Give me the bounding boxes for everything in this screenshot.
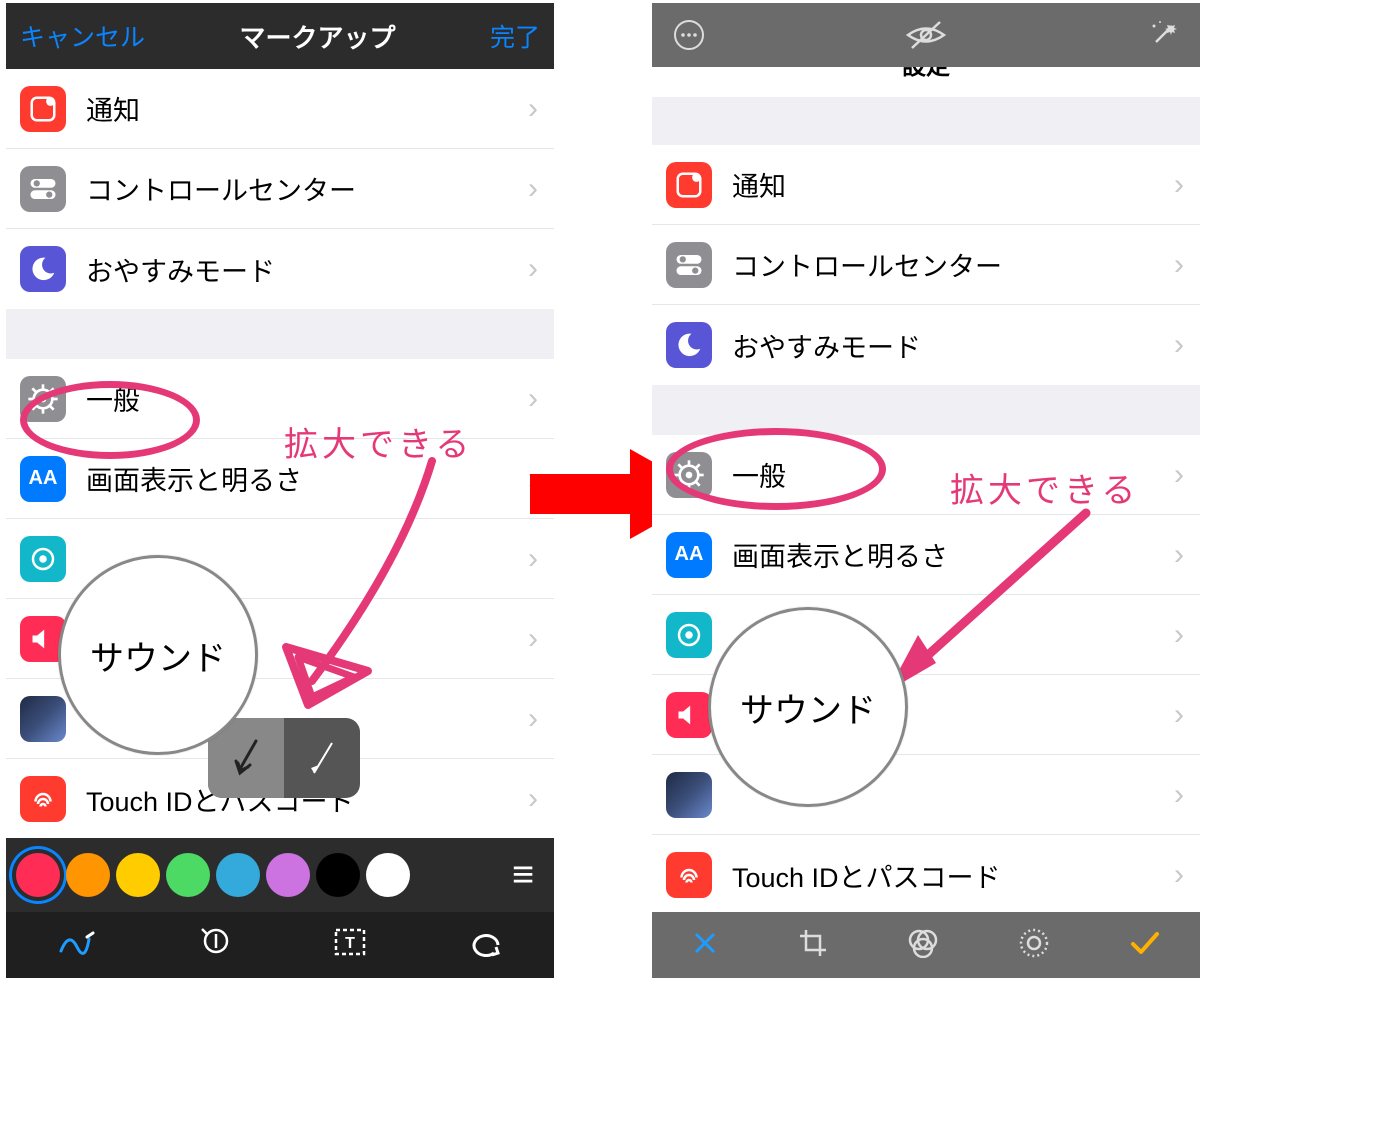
chevron-right-icon: › — [528, 462, 538, 496]
row-label: コントロールセンター — [86, 169, 356, 208]
siri-icon — [20, 696, 66, 742]
filters-button[interactable] — [906, 928, 940, 963]
settings-row-control-center[interactable]: コントロールセンター › — [6, 149, 554, 229]
settings-row-notifications[interactable]: 通知 › — [652, 145, 1200, 225]
touchid-icon — [666, 852, 712, 898]
color-picker-bar: ≡ — [6, 838, 554, 912]
settings-row-general[interactable]: 一般 › — [652, 435, 1200, 515]
gear-icon — [666, 452, 712, 498]
chevron-right-icon: › — [528, 622, 538, 656]
control-center-icon — [20, 166, 66, 212]
settings-row-dnd[interactable]: おやすみモード › — [6, 229, 554, 309]
arrow-style-straight[interactable] — [284, 718, 360, 798]
page-title-partial: 設定 — [652, 67, 1200, 97]
done-button[interactable]: 完了 — [490, 18, 540, 54]
chevron-right-icon: › — [528, 702, 538, 736]
arrow-style-popup — [208, 718, 360, 798]
row-label: 画面表示と明るさ — [732, 535, 948, 574]
row-label: Touch IDとパスコード — [732, 856, 1001, 895]
color-swatch-orange[interactable] — [66, 853, 110, 897]
chevron-right-icon: › — [528, 172, 538, 206]
settings-row-display[interactable]: AA 画面表示と明るさ › — [652, 515, 1200, 595]
settings-row-control-center[interactable]: コントロールセンター › — [652, 225, 1200, 305]
color-swatch-green[interactable] — [166, 853, 210, 897]
color-swatch-purple[interactable] — [266, 853, 310, 897]
chevron-right-icon: › — [1174, 618, 1184, 652]
gear-icon — [20, 376, 66, 422]
crop-button[interactable] — [798, 928, 828, 963]
row-label: おやすみモード — [86, 250, 275, 289]
row-label: 通知 — [732, 165, 786, 204]
chevron-right-icon: › — [1174, 698, 1184, 732]
more-button[interactable] — [672, 18, 706, 52]
wallpaper-icon — [666, 612, 712, 658]
magnifier-content: サウンド — [90, 631, 226, 680]
editor-toolbar — [652, 912, 1200, 978]
row-label: 一般 — [732, 455, 786, 494]
chevron-right-icon: › — [528, 252, 538, 286]
display-icon: AA — [20, 456, 66, 502]
confirm-button[interactable] — [1129, 929, 1161, 962]
control-center-icon — [666, 242, 712, 288]
siri-icon — [666, 772, 712, 818]
settings-row-notifications[interactable]: 通知 › — [6, 69, 554, 149]
svg-text:T: T — [345, 935, 355, 952]
color-swatch-black[interactable] — [316, 853, 360, 897]
chevron-right-icon: › — [1174, 168, 1184, 202]
settings-row-dnd[interactable]: おやすみモード › — [652, 305, 1200, 385]
magnifier-loupe[interactable]: サウンド — [58, 555, 258, 755]
settings-row-display[interactable]: AA 画面表示と明るさ › — [6, 439, 554, 519]
row-label: 一般 — [86, 379, 140, 418]
chevron-right-icon: › — [528, 542, 538, 576]
chevron-right-icon: › — [528, 782, 538, 816]
chevron-right-icon: › — [1174, 458, 1184, 492]
chevron-right-icon: › — [1174, 328, 1184, 362]
undo-button[interactable] — [468, 927, 504, 964]
settings-row-general[interactable]: 一般 › — [6, 359, 554, 439]
magnifier-loupe[interactable]: サウンド — [708, 607, 908, 807]
notifications-icon — [20, 86, 66, 132]
close-button[interactable] — [691, 929, 719, 962]
row-label: おやすみモード — [732, 326, 921, 365]
row-label: 通知 — [86, 89, 140, 128]
magnifier-tool-button[interactable] — [198, 925, 232, 966]
menu-icon[interactable]: ≡ — [512, 854, 534, 897]
cancel-button[interactable]: キャンセル — [20, 18, 145, 54]
color-swatch-white[interactable] — [366, 853, 410, 897]
pen-tool-button[interactable] — [57, 927, 97, 964]
row-label: 画面表示と明るさ — [86, 459, 302, 498]
chevron-right-icon: › — [1174, 778, 1184, 812]
chevron-right-icon: › — [528, 382, 538, 416]
skitch-screen: 設定 通知 › コントロールセンター › — [652, 3, 1200, 978]
notifications-icon — [666, 162, 712, 208]
text-tool-button[interactable]: T — [333, 927, 367, 964]
dnd-icon — [666, 322, 712, 368]
touchid-icon — [20, 776, 66, 822]
markup-header: キャンセル マークアップ 完了 — [6, 3, 554, 69]
settings-row-touchid[interactable]: Touch IDとパスコード › — [652, 835, 1200, 915]
row-label: コントロールセンター — [732, 245, 1002, 284]
markup-title: マークアップ — [239, 18, 395, 55]
wallpaper-icon — [20, 536, 66, 582]
markup-toolbar: T — [6, 912, 554, 978]
hide-annotations-button[interactable] — [904, 18, 948, 52]
color-swatch-pink[interactable] — [16, 853, 60, 897]
color-swatch-blue[interactable] — [216, 853, 260, 897]
settings-list-right: 通知 › コントロールセンター › おやすみモード › — [652, 97, 1200, 915]
dnd-icon — [20, 246, 66, 292]
display-icon: AA — [666, 532, 712, 578]
chevron-right-icon: › — [1174, 538, 1184, 572]
markup-screen: キャンセル マークアップ 完了 通知 › コントロールセンター › — [6, 3, 554, 978]
adjust-button[interactable] — [1018, 927, 1050, 964]
chevron-right-icon: › — [528, 92, 538, 126]
chevron-right-icon: › — [1174, 248, 1184, 282]
skitch-header — [652, 3, 1200, 67]
magnifier-content: サウンド — [740, 683, 876, 732]
magic-wand-button[interactable] — [1146, 18, 1180, 52]
chevron-right-icon: › — [1174, 858, 1184, 892]
color-swatch-yellow[interactable] — [116, 853, 160, 897]
sound-icon — [666, 692, 712, 738]
